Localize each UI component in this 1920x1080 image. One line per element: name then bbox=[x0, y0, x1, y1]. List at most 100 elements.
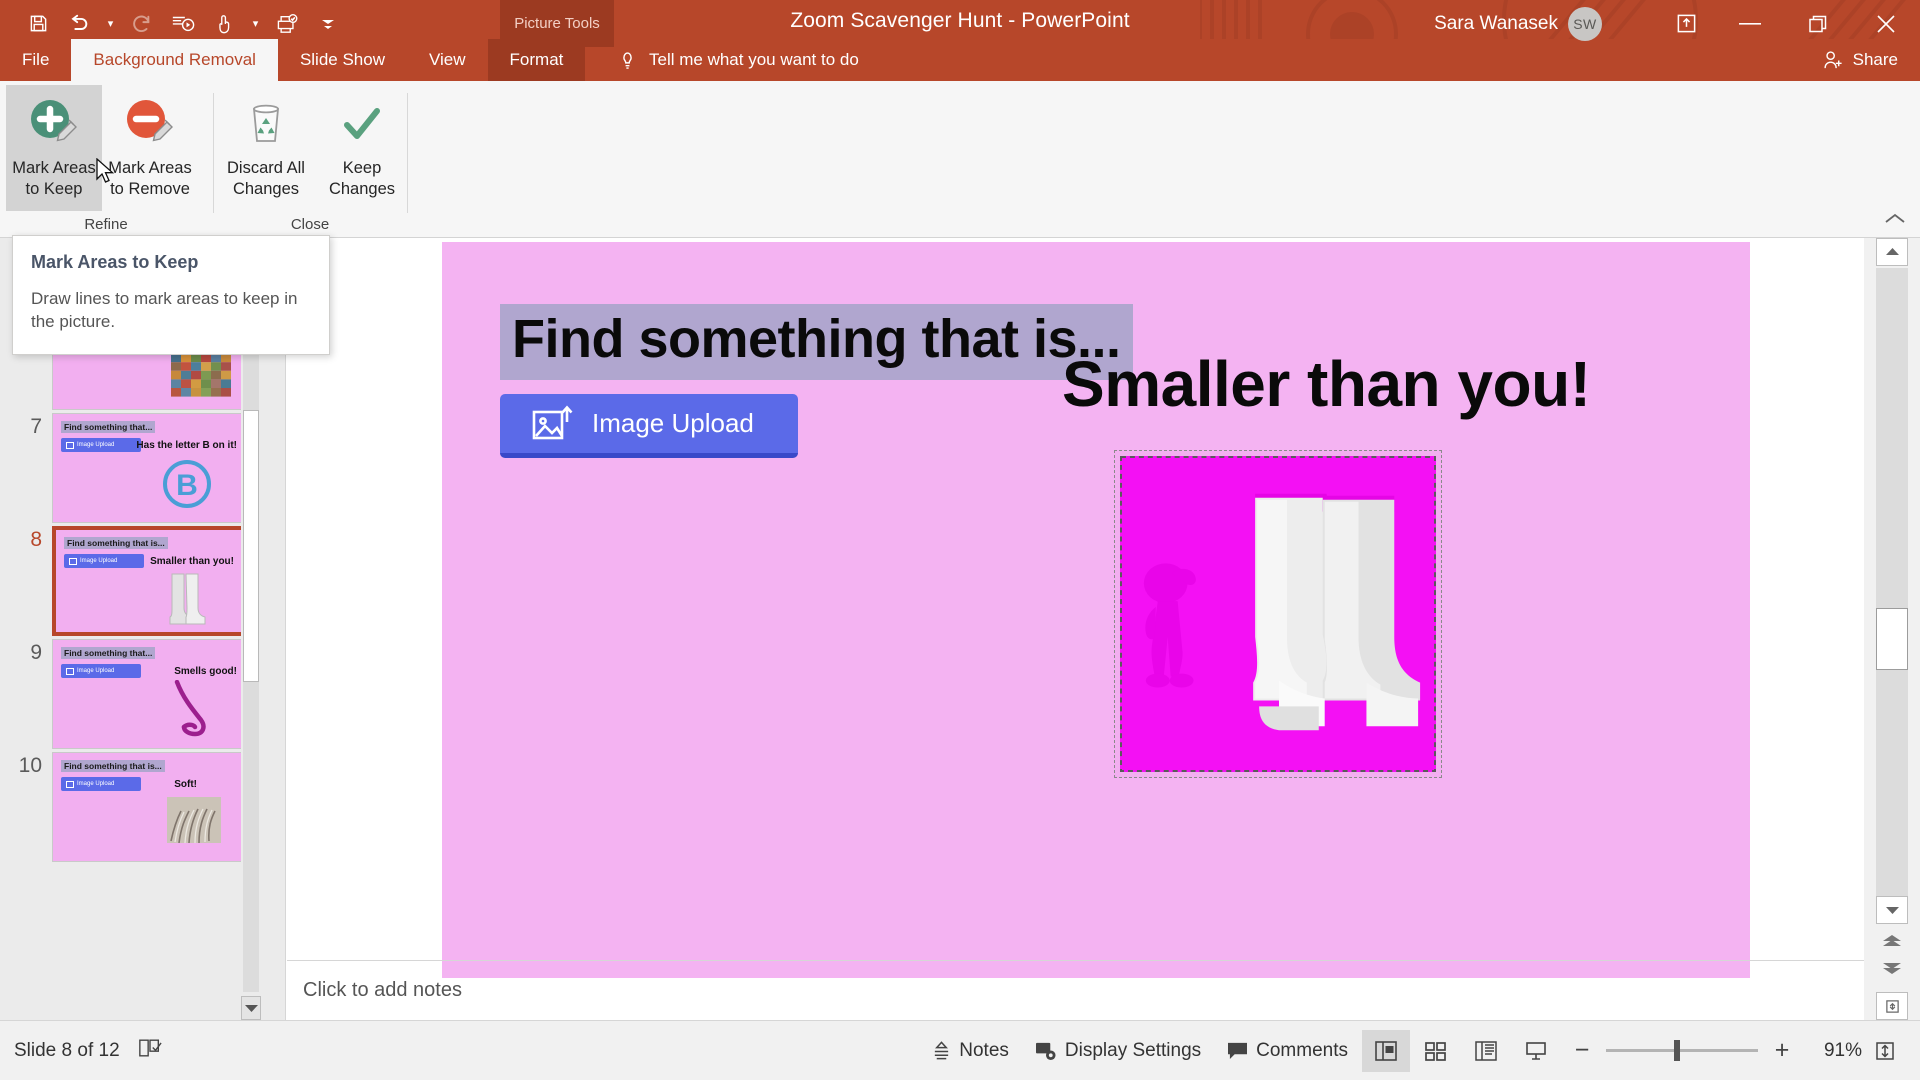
thumbnail-panel-scrollbar[interactable] bbox=[241, 238, 261, 1020]
list-item[interactable]: 8 Find something that is... Image Upload… bbox=[30, 526, 248, 636]
tell-me-search[interactable]: Tell me what you want to do bbox=[618, 39, 859, 81]
image-upload-icon bbox=[69, 557, 77, 565]
tab-view[interactable]: View bbox=[407, 39, 488, 81]
thumb-upload-label: Image Upload bbox=[77, 781, 115, 787]
fit-slide-to-window-button[interactable] bbox=[1876, 992, 1908, 1020]
slide-thumbnail[interactable]: Find something that is... Image Upload S… bbox=[52, 752, 248, 862]
comments-button[interactable]: Comments bbox=[1215, 1034, 1360, 1068]
slide-sorter-view-button[interactable] bbox=[1412, 1030, 1460, 1072]
tooltip-body: Draw lines to mark areas to keep in the … bbox=[31, 289, 298, 332]
ribbon: Mark Areas to Keep Mark Areas to Remove … bbox=[0, 81, 1920, 238]
zoom-slider[interactable] bbox=[1606, 1040, 1758, 1061]
list-item[interactable]: 9 Find something that... Image Upload Sm… bbox=[30, 639, 248, 749]
ribbon-display-options-button[interactable] bbox=[1656, 0, 1716, 47]
slide-thumbnail[interactable]: Find something that... Image Upload Smel… bbox=[52, 639, 248, 749]
letter-b-circle-art: B bbox=[163, 460, 211, 508]
ribbon-group-label-close: Close bbox=[290, 216, 330, 233]
scrollbar-track[interactable] bbox=[1876, 268, 1908, 898]
scroll-down-button[interactable] bbox=[1876, 896, 1908, 924]
normal-view-icon bbox=[1375, 1040, 1397, 1061]
print-preview-icon[interactable] bbox=[269, 5, 305, 43]
thumb-heading: Soft! bbox=[174, 779, 197, 790]
fur-swatch-art bbox=[167, 797, 221, 843]
start-presentation-icon[interactable] bbox=[165, 5, 201, 43]
user-name: Sara Wanasek bbox=[1434, 12, 1558, 34]
avatar[interactable]: SW bbox=[1568, 6, 1602, 41]
mark-areas-to-keep-button[interactable]: Mark Areas to Keep bbox=[6, 85, 102, 211]
slide-number: 10 bbox=[18, 754, 42, 777]
status-bar: Slide 8 of 12 Notes Display Settings Com… bbox=[0, 1020, 1920, 1080]
slide-vertical-scrollbar[interactable] bbox=[1864, 238, 1920, 1020]
mark-areas-to-remove-label: Mark Areas to Remove bbox=[108, 159, 192, 198]
scrollbar-thumb[interactable] bbox=[243, 410, 259, 682]
chevron-up-icon[interactable] bbox=[1884, 212, 1906, 230]
zoom-in-button[interactable]: + bbox=[1772, 1036, 1792, 1065]
zoom-percentage[interactable]: 91% bbox=[1806, 1040, 1862, 1062]
slide-show-icon bbox=[1526, 1041, 1546, 1060]
discard-all-changes-button[interactable]: Discard All Changes bbox=[218, 85, 314, 211]
background-removal-preview bbox=[1120, 456, 1436, 772]
status-bar-left: Slide 8 of 12 bbox=[0, 1038, 162, 1064]
touch-dropdown-icon[interactable]: ▾ bbox=[247, 5, 264, 43]
image-upload-button[interactable]: Image Upload bbox=[500, 394, 798, 458]
undo-dropdown-icon[interactable]: ▾ bbox=[102, 5, 119, 43]
slide-thumbnail[interactable]: Find something that... Image Upload Has … bbox=[52, 413, 248, 523]
next-slide-button[interactable] bbox=[1876, 956, 1908, 982]
boots-figure-image[interactable] bbox=[1114, 450, 1442, 778]
slide-thumbnail-selected[interactable]: Find something that is... Image Upload S… bbox=[52, 526, 248, 636]
notes-icon bbox=[935, 1041, 949, 1060]
user-account[interactable]: Sara Wanasek SW bbox=[1434, 0, 1602, 47]
thumb-upload-label: Image Upload bbox=[77, 442, 115, 448]
thumb-title: Find something that is... bbox=[64, 537, 168, 549]
notes-button[interactable]: Notes bbox=[920, 1034, 1021, 1068]
zoom-out-button[interactable]: − bbox=[1572, 1036, 1592, 1065]
slide-number: 8 bbox=[30, 528, 42, 551]
keep-changes-button[interactable]: Keep Changes bbox=[314, 85, 410, 211]
thumb-upload-button: Image Upload bbox=[61, 777, 141, 791]
redo-icon[interactable] bbox=[124, 5, 160, 43]
recycle-bin-icon bbox=[239, 94, 293, 154]
mark-areas-to-remove-button[interactable]: Mark Areas to Remove bbox=[102, 85, 198, 211]
thumb-upload-button: Image Upload bbox=[64, 554, 144, 568]
close-button[interactable] bbox=[1852, 0, 1920, 47]
minimize-button[interactable] bbox=[1716, 0, 1784, 47]
undo-icon[interactable] bbox=[61, 5, 97, 43]
slide-heading-textbox[interactable]: Smaller than you! bbox=[1062, 347, 1591, 421]
save-icon[interactable] bbox=[20, 5, 56, 43]
current-slide[interactable]: Find something that is... Image Upload S… bbox=[442, 242, 1750, 978]
list-item[interactable]: 10 Find something that is... Image Uploa… bbox=[19, 752, 248, 862]
thumb-heading: Has the letter B on it! bbox=[136, 440, 237, 451]
customize-qat-icon[interactable] bbox=[310, 5, 346, 43]
tooltip-title: Mark Areas to Keep bbox=[31, 252, 199, 272]
reading-view-button[interactable] bbox=[1462, 1030, 1510, 1072]
checkmark-icon bbox=[335, 94, 389, 154]
slide-counter[interactable]: Slide 8 of 12 bbox=[14, 1040, 120, 1062]
display-settings-button[interactable]: Display Settings bbox=[1023, 1034, 1213, 1068]
mark-areas-to-keep-label: Mark Areas to Keep bbox=[12, 159, 96, 198]
touch-mode-icon[interactable] bbox=[206, 5, 242, 43]
spellcheck-icon[interactable] bbox=[138, 1038, 162, 1064]
thumb-heading: Smaller than you! bbox=[150, 556, 234, 567]
zoom-slider-knob[interactable] bbox=[1674, 1040, 1680, 1061]
image-upload-icon bbox=[66, 780, 74, 788]
thumb-upload-button: Image Upload bbox=[61, 664, 141, 678]
nose-art bbox=[174, 680, 206, 737]
display-settings-label: Display Settings bbox=[1064, 1039, 1202, 1061]
fit-slide-icon[interactable] bbox=[1864, 1030, 1906, 1072]
thumb-upload-label: Image Upload bbox=[80, 558, 118, 564]
scrollbar-thumb[interactable] bbox=[1876, 608, 1908, 670]
slide-show-view-button[interactable] bbox=[1512, 1030, 1560, 1072]
scroll-down-button[interactable] bbox=[241, 996, 261, 1020]
normal-view-button[interactable] bbox=[1362, 1029, 1410, 1072]
discard-all-changes-label: Discard All Changes bbox=[227, 159, 305, 198]
ribbon-group-refine: Mark Areas to Keep Mark Areas to Remove … bbox=[0, 81, 212, 238]
previous-slide-button[interactable] bbox=[1876, 928, 1908, 954]
list-item[interactable]: 7 Find something that... Image Upload Ha… bbox=[30, 413, 248, 523]
notes-pane[interactable]: Click to add notes bbox=[287, 960, 1864, 1020]
slide-thumbnail-panel[interactable]: 6 Find something that... Image Upload Ha… bbox=[0, 238, 286, 1020]
slide-title-textbox[interactable]: Find something that is... bbox=[500, 304, 1133, 380]
restore-button[interactable] bbox=[1784, 0, 1852, 47]
scroll-up-button[interactable] bbox=[1876, 238, 1908, 266]
plus-pencil-icon bbox=[25, 94, 83, 154]
minus-pencil-icon bbox=[121, 94, 179, 154]
